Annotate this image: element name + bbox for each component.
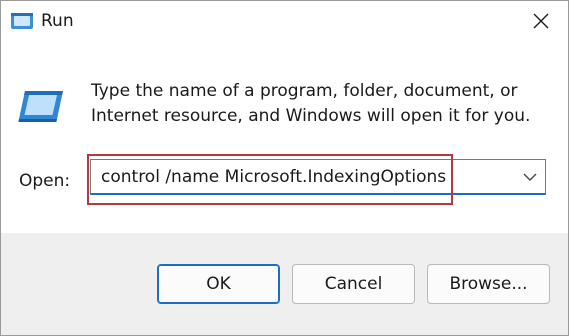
run-program-icon: [18, 91, 63, 122]
browse-button[interactable]: Browse...: [427, 264, 550, 304]
command-input[interactable]: [101, 160, 501, 194]
chevron-down-icon[interactable]: [523, 172, 537, 182]
close-button[interactable]: [524, 5, 558, 39]
cancel-button[interactable]: Cancel: [292, 264, 415, 304]
close-icon: [533, 13, 549, 29]
run-dialog: Run Type the name of a program, folder, …: [0, 0, 569, 336]
dialog-description: Type the name of a program, folder, docu…: [91, 81, 531, 126]
open-label: Open:: [19, 171, 71, 191]
window-title: Run: [41, 11, 74, 31]
open-combobox[interactable]: [90, 159, 546, 195]
ok-button[interactable]: OK: [157, 264, 280, 304]
run-app-icon: [11, 13, 33, 29]
title-bar[interactable]: Run: [1, 1, 568, 45]
